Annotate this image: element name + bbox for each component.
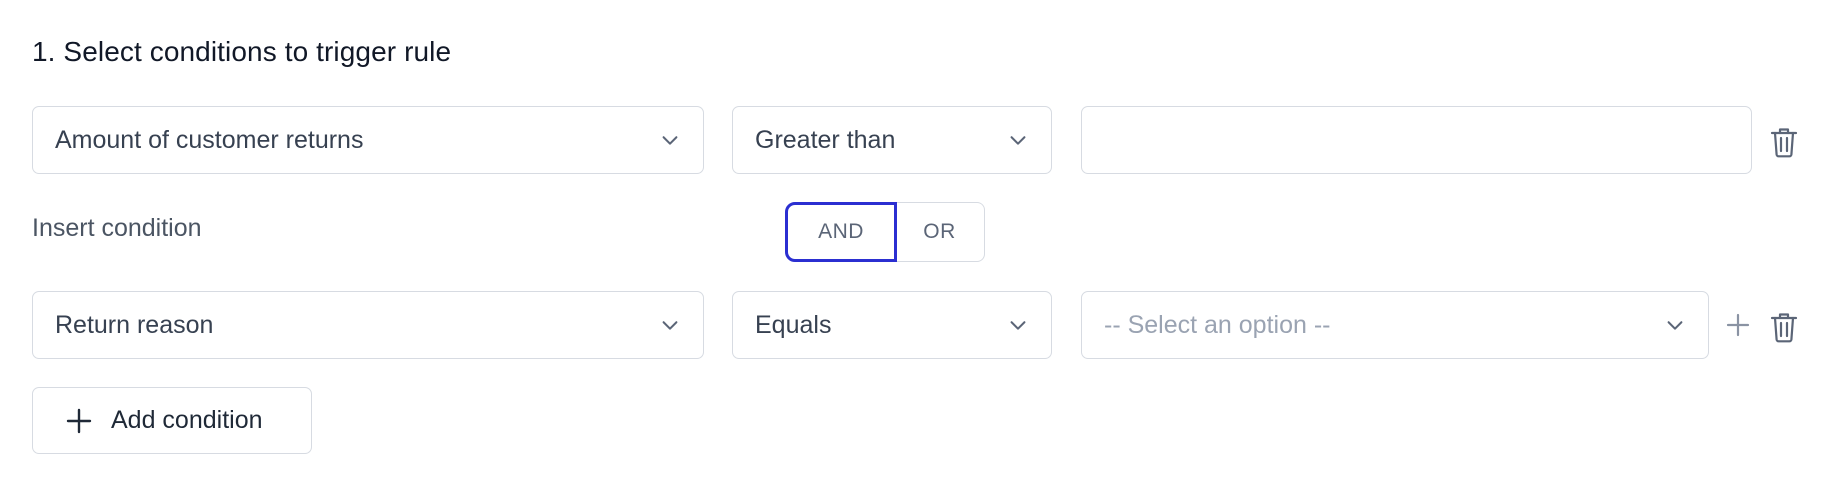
condition-2-field-select[interactable]: Return reason [32,291,704,359]
delete-condition-2-button[interactable] [1768,309,1800,345]
chevron-down-icon [1010,321,1026,330]
condition-1-operator-value: Greater than [755,125,896,154]
section-title: 1. Select conditions to trigger rule [32,36,452,67]
condition-1-field-select[interactable]: Amount of customer returns [32,106,704,174]
add-condition-button[interactable]: Add condition [32,387,312,454]
condition-1-value-input[interactable] [1081,106,1752,174]
and-toggle-button[interactable]: AND [785,202,897,262]
add-condition-label: Add condition [111,406,263,434]
or-toggle-button[interactable]: OR [895,202,985,262]
chevron-down-icon [662,136,678,145]
condition-2-field-value: Return reason [55,310,214,339]
rule-conditions-panel: 1. Select conditions to trigger rule Amo… [0,0,1830,488]
chevron-down-icon [1667,321,1683,330]
connector-toggle: AND OR [785,202,985,262]
chevron-down-icon [1010,136,1026,145]
plus-icon [1726,313,1750,337]
condition-2-value-placeholder: -- Select an option -- [1104,310,1331,339]
condition-2-operator-value: Equals [755,310,832,339]
add-nested-condition-button[interactable] [1722,307,1754,343]
insert-condition-label: Insert condition [32,214,202,242]
chevron-down-icon [662,321,678,330]
condition-2-operator-select[interactable]: Equals [732,291,1052,359]
condition-1-operator-select[interactable]: Greater than [732,106,1052,174]
plus-icon [66,408,92,433]
condition-1-field-value: Amount of customer returns [55,125,364,154]
delete-condition-1-button[interactable] [1768,124,1800,160]
trash-icon [1770,128,1798,158]
condition-2-value-select[interactable]: -- Select an option -- [1081,291,1709,359]
trash-icon [1770,313,1798,343]
